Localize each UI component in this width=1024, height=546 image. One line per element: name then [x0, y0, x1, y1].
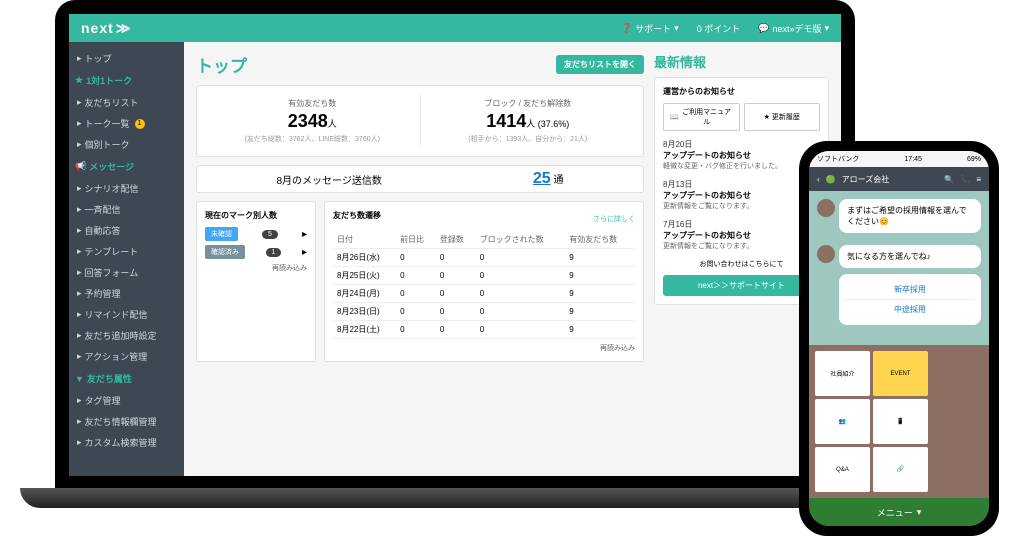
- trans-title: 友だち数遷移: [333, 210, 381, 221]
- sidebar-item-form[interactable]: ▸回答フォーム: [69, 262, 184, 283]
- phone-frame: ソフトバンク17:4569% ‹ 🟢 アローズ会社 🔍 📞 ≡ まずはご希望の採…: [799, 141, 999, 536]
- table-row: 8月24日(月)0009: [333, 285, 635, 303]
- chat-bubble: 気になる方を選んでね♪: [839, 245, 981, 268]
- sidebar-item-talklist[interactable]: ▸トーク一覧1: [69, 113, 184, 134]
- sidebar-item-top[interactable]: ▸トップ: [69, 48, 184, 69]
- account-menu[interactable]: 💬 next»デモ版 ▾: [758, 22, 829, 35]
- stats-panel: 有効友だち数 2348人 (友だち総数：3762人、LINE総数：3760人) …: [196, 85, 644, 157]
- mark-panel: 現在のマーク別人数 未確認5▸ 確認済み1▸ 再読み込み: [196, 201, 316, 362]
- topbar: next≫ ❓ サポート ▾ 0 ポイント 💬 next»デモ版 ▾: [69, 14, 841, 42]
- phone-icon[interactable]: 📞: [960, 175, 970, 184]
- menu-icon[interactable]: ≡: [976, 175, 981, 184]
- shield-icon: 🟢: [826, 175, 836, 184]
- chat-area: まずはご希望の採用情報を選んでください😊 気になる方を選んでね♪ 新卒採用 中途…: [809, 191, 989, 345]
- app-window: next≫ ❓ サポート ▾ 0 ポイント 💬 next»デモ版 ▾ ▸トップ …: [69, 14, 841, 476]
- sidebar-item-template[interactable]: ▸テンプレート: [69, 241, 184, 262]
- rich-menu: 社員紹介 EVENT 👥 📱 Q&A 🔗: [809, 345, 989, 498]
- laptop-base: [20, 488, 890, 508]
- news-subtitle: 運営からのお知らせ: [663, 86, 820, 97]
- news-item[interactable]: 7月16日 アップデートのお知らせ 更新情報をご覧になります。: [663, 219, 820, 251]
- avatar: [817, 199, 835, 217]
- laptop-screen: next≫ ❓ サポート ▾ 0 ポイント 💬 next»デモ版 ▾ ▸トップ …: [55, 0, 855, 490]
- menu-toggle[interactable]: メニュー ▾: [809, 498, 989, 526]
- logo: next≫: [81, 20, 127, 37]
- valid-label: 有効友だち数: [209, 98, 416, 109]
- mark-reload-button[interactable]: 再読み込み: [205, 263, 307, 273]
- history-button[interactable]: ★ 更新履歴: [744, 103, 821, 131]
- choice-option[interactable]: 新卒採用: [845, 280, 975, 299]
- contact-text: お問い合わせはこちらにて: [663, 259, 820, 269]
- laptop-frame: next≫ ❓ サポート ▾ 0 ポイント 💬 next»デモ版 ▾ ▸トップ …: [20, 0, 890, 530]
- richmenu-card[interactable]: 社員紹介: [815, 351, 870, 396]
- richmenu-card[interactable]: EVENT: [873, 351, 928, 396]
- news-item[interactable]: 8月20日 アップデートのお知らせ 軽微な変更・バグ修正を行いました。: [663, 139, 820, 171]
- chat-bubble: まずはご希望の採用情報を選んでください😊: [839, 199, 981, 233]
- news-item[interactable]: 8月13日 アップデートのお知らせ 更新情報をご覧になります。: [663, 179, 820, 211]
- badge-icon: 1: [135, 119, 145, 129]
- msg-label: 8月のメッセージ送信数: [277, 172, 382, 187]
- sidebar-head-talk[interactable]: ★ 1対1トーク: [69, 69, 184, 92]
- open-friendlist-button[interactable]: 友だちリストを開く: [556, 55, 644, 74]
- support-link[interactable]: ❓ サポート ▾: [621, 22, 679, 35]
- phone-header: ‹ 🟢 アローズ会社 🔍 📞 ≡: [809, 167, 989, 191]
- msg-panel: 8月のメッセージ送信数 25 通: [196, 165, 644, 193]
- mark-count-2: 1: [266, 248, 282, 257]
- richmenu-card[interactable]: 👥: [815, 399, 870, 444]
- mark-title: 現在のマーク別人数: [205, 210, 307, 221]
- sidebar-item-info[interactable]: ▸友だち情報欄管理: [69, 411, 184, 432]
- sidebar-item-tag[interactable]: ▸タグ管理: [69, 390, 184, 411]
- block-value: 1414: [486, 111, 526, 131]
- news-title: 最新情報: [654, 52, 829, 71]
- search-icon[interactable]: 🔍: [944, 175, 954, 184]
- support-site-button[interactable]: next＞＞サポートサイト: [663, 275, 820, 296]
- back-icon[interactable]: ‹: [817, 175, 820, 184]
- sidebar-item-custom[interactable]: ▸カスタム検索管理: [69, 432, 184, 453]
- page-title: トップ 友だちリストを開く: [196, 52, 644, 77]
- sidebar-item-scenario[interactable]: ▸シナリオ配信: [69, 178, 184, 199]
- transition-table: 日付前日比登録数ブロックされた数有効友だち数 8月26日(水)0009 8月25…: [333, 231, 635, 339]
- sidebar: ▸トップ ★ 1対1トーク ▸友だちリスト ▸トーク一覧1 ▸個別トーク 📢 メ…: [69, 42, 184, 476]
- sidebar-item-remind[interactable]: ▸リマインド配信: [69, 304, 184, 325]
- phone-statusbar: ソフトバンク17:4569%: [809, 151, 989, 167]
- table-row: 8月22日(土)0009: [333, 321, 635, 339]
- valid-sub: (友だち総数：3762人、LINE総数：3760人): [209, 134, 416, 144]
- sidebar-item-indiv[interactable]: ▸個別トーク: [69, 134, 184, 155]
- sidebar-item-friendlist[interactable]: ▸友だちリスト: [69, 92, 184, 113]
- chat-title: アローズ会社: [842, 174, 939, 185]
- richmenu-card[interactable]: 📱: [873, 399, 928, 444]
- phone-screen: ソフトバンク17:4569% ‹ 🟢 アローズ会社 🔍 📞 ≡ まずはご希望の採…: [809, 151, 989, 526]
- sidebar-item-friendadd[interactable]: ▸友だち追加時設定: [69, 325, 184, 346]
- valid-value: 2348: [288, 111, 328, 131]
- choice-box: 新卒採用 中途採用: [839, 274, 981, 325]
- block-label: ブロック / 友だち解除数: [425, 98, 632, 109]
- avatar: [817, 245, 835, 263]
- table-row: 8月23日(日)0009: [333, 303, 635, 321]
- sidebar-head-attr[interactable]: ▼ 友だち属性: [69, 367, 184, 390]
- richmenu-card[interactable]: Q&A: [815, 447, 870, 492]
- sidebar-item-reserve[interactable]: ▸予約管理: [69, 283, 184, 304]
- richmenu-card[interactable]: 🔗: [873, 447, 928, 492]
- table-row: 8月25日(火)0009: [333, 267, 635, 285]
- trans-more-link[interactable]: さらに詳しく: [593, 214, 635, 224]
- msg-value[interactable]: 25: [533, 170, 551, 187]
- sidebar-head-msg[interactable]: 📢 メッセージ: [69, 155, 184, 178]
- trans-reload-button[interactable]: 再読み込み: [333, 343, 635, 353]
- mark-count-1: 5: [262, 230, 278, 239]
- sidebar-item-action[interactable]: ▸アクション管理: [69, 346, 184, 367]
- transition-panel: 友だち数遷移 さらに詳しく 日付前日比登録数ブロックされた数有効友だち数 8月2…: [324, 201, 644, 362]
- sidebar-item-broadcast[interactable]: ▸一斉配信: [69, 199, 184, 220]
- mark-tag-read[interactable]: 確認済み: [205, 245, 245, 259]
- points-display: 0 ポイント: [697, 22, 741, 35]
- choice-option[interactable]: 中途採用: [845, 299, 975, 319]
- manual-button[interactable]: 📖 ご利用マニュアル: [663, 103, 740, 131]
- block-sub: (相手から：1393人、自分から：21人): [425, 134, 632, 144]
- table-row: 8月26日(水)0009: [333, 249, 635, 267]
- mark-tag-unread[interactable]: 未確認: [205, 227, 238, 241]
- sidebar-item-auto[interactable]: ▸自動応答: [69, 220, 184, 241]
